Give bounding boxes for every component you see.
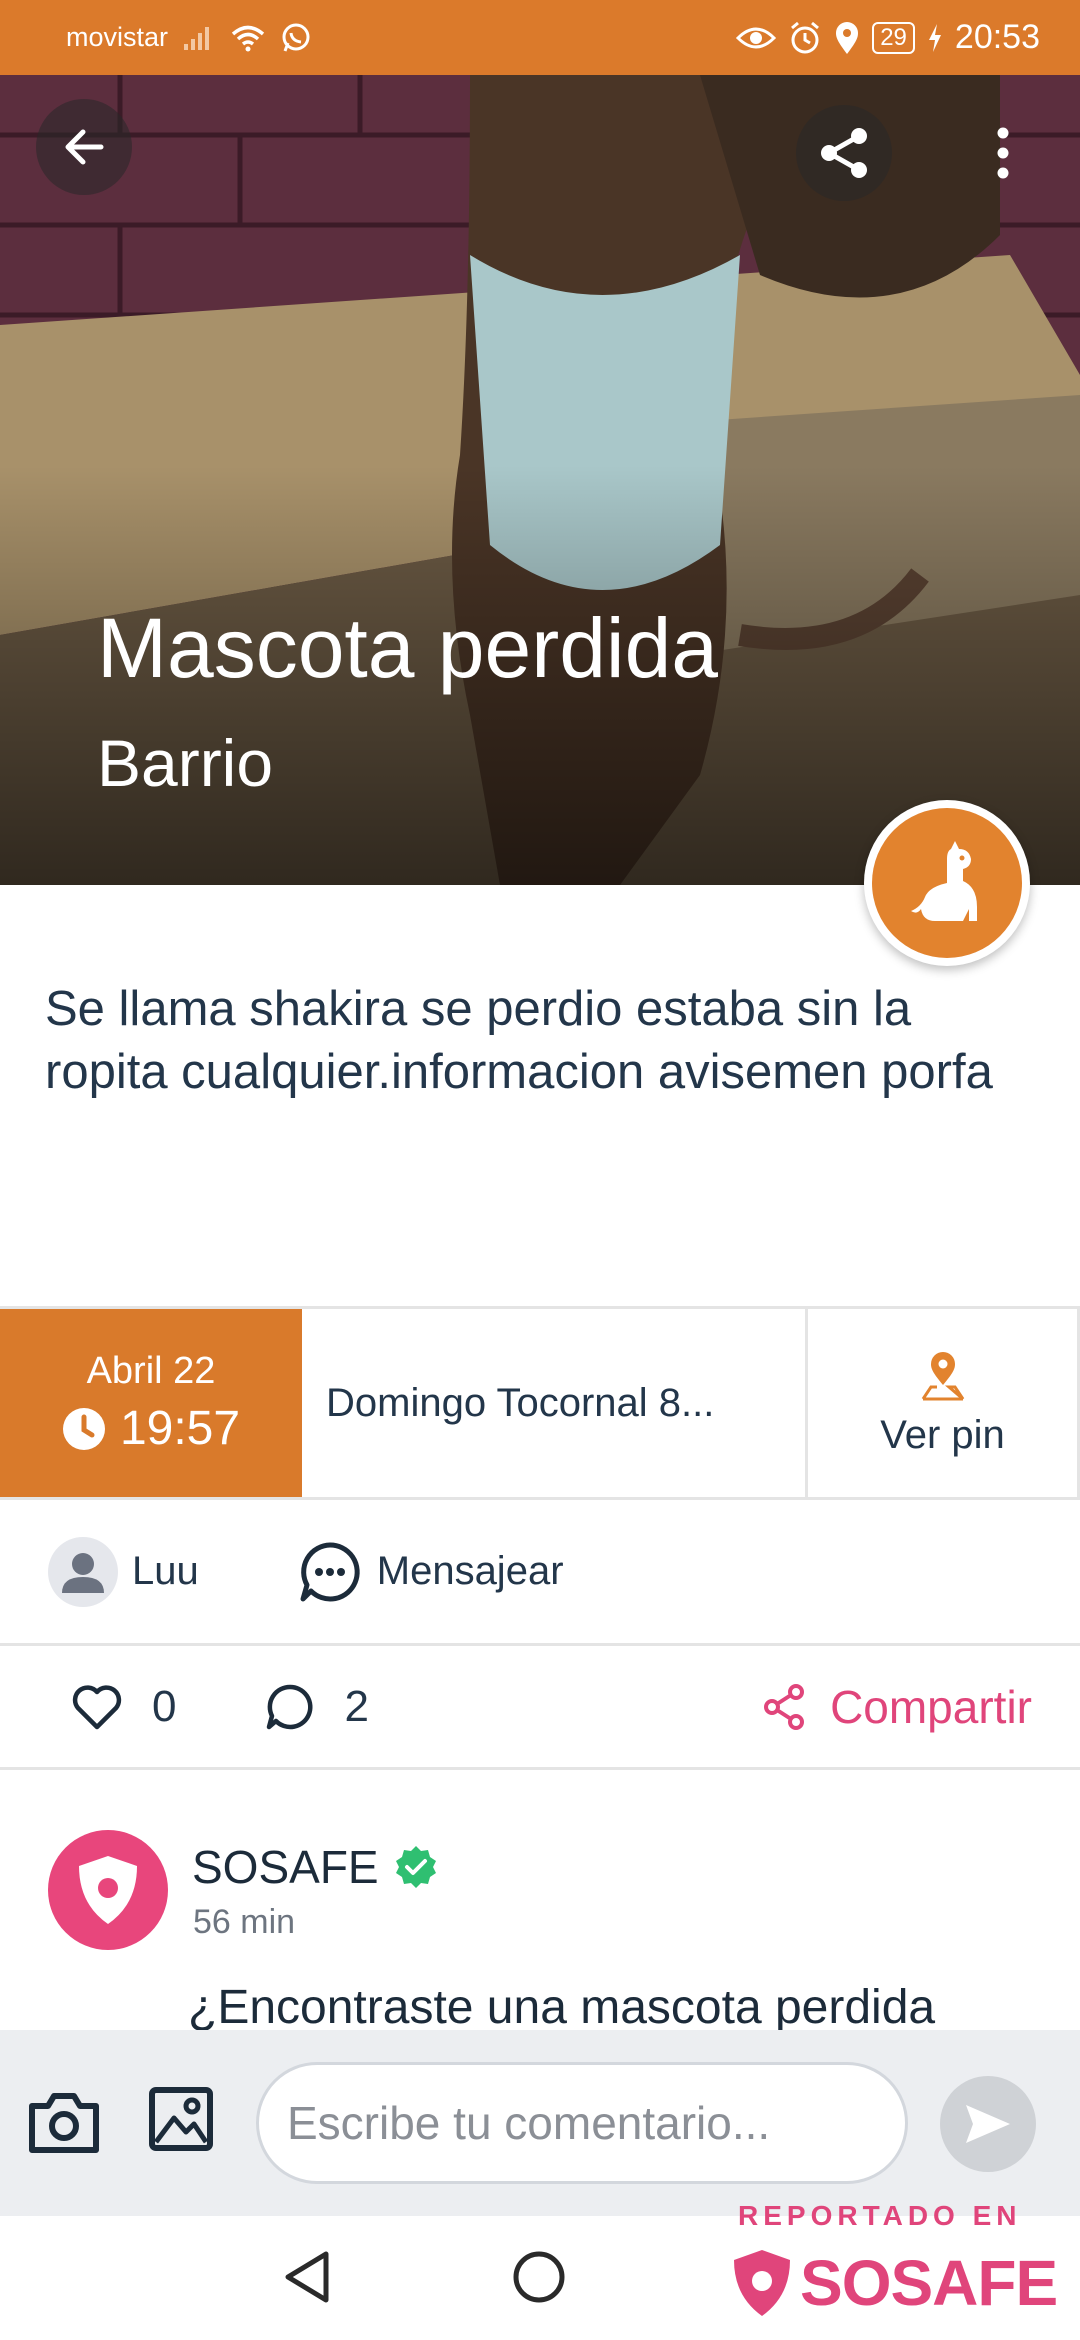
like-count: 0 [152,1681,177,1731]
battery-indicator: 29 [872,21,915,54]
back-button[interactable] [36,99,132,195]
post-time: 19:57 [119,1402,241,1455]
watermark-caption: REPORTADO EN [738,2200,1022,2231]
share-icon [821,128,867,178]
share-button[interactable] [796,105,892,201]
gallery-button[interactable] [148,2086,214,2152]
verified-badge-icon [395,1846,436,1888]
post-description: Se llama shakira se perdio estaba sin la… [45,982,993,1099]
map-pin-icon [921,1351,964,1400]
comment-time: 56 min [193,1903,296,1941]
signal-icon [182,24,216,52]
reactions-row: 0 2 Compartir [0,1646,1080,1770]
clock: 20:53 [954,18,1040,56]
camera-icon [29,2093,99,2153]
comment-author[interactable]: SOSAFE [192,1840,379,1894]
charging-icon [927,23,943,53]
eye-icon [736,24,777,52]
circle-home-icon [513,2251,565,2303]
nav-home-button[interactable] [510,2248,568,2306]
info-strip: Abril 22 19:57 Domingo Tocornal 8... Ver… [0,1306,1080,1500]
wifi-icon [230,23,266,53]
send-icon [966,2105,1010,2143]
arrow-left-icon [65,129,104,165]
comment-text: ¿Encontraste una mascota perdida [188,1981,936,2030]
more-vertical-icon [997,127,1009,179]
location-icon [834,21,860,55]
hero-image[interactable]: Mascota perdida Barrio [0,75,1080,885]
author-avatar[interactable] [48,1536,118,1607]
date-box: Abril 22 19:57 [0,1309,302,1497]
watermark-brand: SOSAFE [800,2247,1058,2319]
share-link-button[interactable]: Compartir [762,1646,1032,1767]
comment-input[interactable] [256,2062,908,2184]
comment-count: 2 [344,1681,369,1731]
view-pin-label: Ver pin [880,1412,1005,1457]
whatsapp-icon [280,22,312,54]
post-title: Mascota perdida [97,601,719,695]
clock-icon [62,1407,105,1450]
sosafe-watermark: REPORTADO EN SOSAFE [728,2200,1068,2335]
more-options-button[interactable] [955,105,1051,201]
triangle-back-icon [285,2251,329,2303]
comment-item: SOSAFE 56 min ¿Encontraste una mascota p… [0,1770,1080,2030]
heart-icon [72,1684,122,1729]
comments-button[interactable]: 2 [266,1681,369,1732]
carrier-label: movistar [66,22,169,52]
share-label: Compartir [830,1680,1032,1733]
message-button[interactable]: Mensajear [299,1541,564,1603]
nav-back-button[interactable] [280,2248,334,2306]
sosafe-avatar[interactable] [48,1830,168,1950]
share-icon [764,1683,805,1730]
like-button[interactable]: 0 [72,1682,176,1732]
view-pin-button[interactable]: Ver pin [808,1309,1080,1497]
image-icon [149,2087,213,2151]
dog-icon [911,841,977,921]
comment-icon [267,1684,314,1729]
shield-icon [79,1856,137,1924]
address-label[interactable]: Domingo Tocornal 8... [302,1309,808,1497]
user-icon [62,1552,104,1593]
author-name[interactable]: Luu [132,1549,199,1594]
message-label: Mensajear [376,1549,564,1593]
alarm-icon [788,21,822,55]
post-subtitle: Barrio [97,726,274,800]
category-badge [864,800,1030,966]
comment-composer [0,2030,1080,2216]
send-button[interactable] [940,2076,1036,2172]
post-date: Abril 22 [86,1350,216,1392]
status-bar: movistar 29 20:53 [0,0,1080,75]
shield-icon [734,2250,790,2316]
author-row: Luu Mensajear [0,1500,1080,1646]
chat-bubble-icon [300,1541,360,1601]
camera-button[interactable] [26,2086,102,2158]
